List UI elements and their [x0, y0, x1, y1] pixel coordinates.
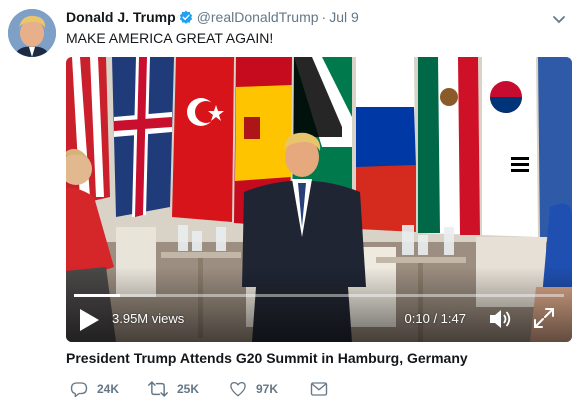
video-time: 0:10 / 1:47 [404, 311, 466, 326]
reply-button[interactable]: 24K [70, 380, 119, 398]
tweet-header: Donald J. Trump @realDonaldTrump · Jul 9 [66, 9, 566, 27]
progress-bar[interactable] [74, 294, 564, 297]
tweet-date[interactable]: Jul 9 [329, 9, 359, 25]
fullscreen-icon[interactable] [532, 306, 556, 330]
author-handle[interactable]: @realDonaldTrump [197, 9, 319, 25]
tweet[interactable]: Donald J. Trump @realDonaldTrump · Jul 9 MA… [0, 0, 582, 409]
retweet-count: 25K [177, 382, 200, 396]
direct-message-button[interactable] [310, 380, 328, 398]
video-player[interactable]: 3.95M views 0:10 / 1:47 [66, 57, 572, 342]
progress-fill [74, 294, 120, 297]
video-controls: 3.95M views 0:10 / 1:47 [66, 284, 572, 342]
direct-message-icon [310, 381, 328, 397]
like-count: 97K [256, 382, 279, 396]
avatar[interactable] [8, 9, 56, 57]
chevron-down-icon[interactable] [552, 12, 566, 24]
reply-icon [70, 380, 88, 398]
reply-count: 24K [97, 382, 120, 396]
video-title[interactable]: President Trump Attends G20 Summit in Ha… [66, 350, 468, 366]
retweet-icon [148, 380, 168, 398]
volume-icon[interactable] [488, 308, 512, 330]
verified-badge-icon [179, 10, 193, 27]
like-icon [229, 380, 247, 398]
author-name[interactable]: Donald J. Trump [66, 9, 176, 25]
separator: · [321, 9, 327, 25]
like-button[interactable]: 97K [229, 380, 278, 398]
tweet-actions: 24K 25K 97K [66, 380, 366, 398]
retweet-button[interactable]: 25K [148, 380, 199, 398]
tweet-text: MAKE AMERICA GREAT AGAIN! [66, 30, 274, 46]
play-icon[interactable] [78, 308, 100, 332]
view-count: 3.95M views [112, 311, 185, 326]
